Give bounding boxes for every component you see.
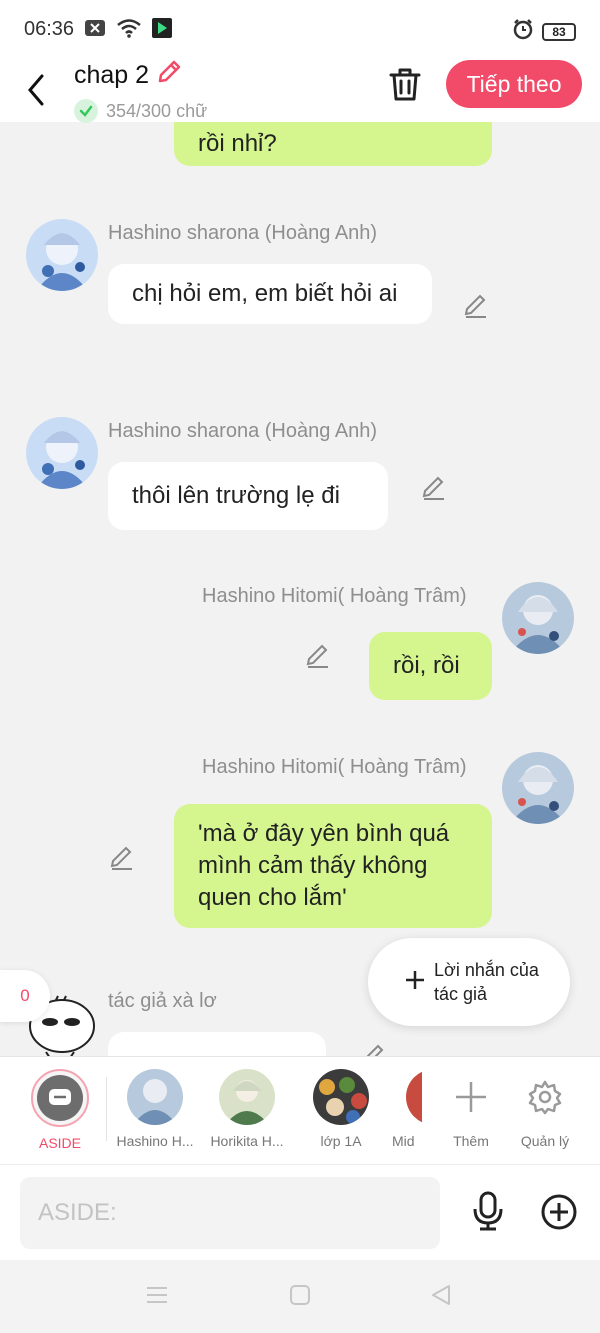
character-label: Quản lý [520, 1133, 570, 1149]
avatar[interactable] [502, 582, 574, 654]
manage-characters-button[interactable]: Quản lý [516, 1069, 574, 1149]
back-button[interactable] [22, 66, 52, 106]
avatar [127, 1069, 183, 1125]
message-text: thôi lên trường lẹ đi [132, 482, 340, 509]
status-time: 06:36 [24, 18, 75, 40]
edit-message-icon[interactable] [108, 844, 136, 872]
author-note-label: Lời nhắn của tác giả [434, 960, 539, 1004]
chat-area[interactable]: rồi nhỉ? Hashino sharona (Hoàng Anh) chị… [0, 122, 600, 1056]
delete-button[interactable] [388, 66, 422, 107]
chapter-title-block: chap 2 354/300 chữ [74, 58, 207, 123]
character-label: Horikita H... [210, 1133, 284, 1149]
edit-message-icon[interactable] [420, 474, 448, 502]
edit-title-icon[interactable] [155, 58, 183, 93]
message-bubble[interactable]: thôi lên trường lẹ đi [108, 462, 388, 530]
notification-icon [84, 19, 106, 42]
speaker-name: tác giả xà lơ [108, 990, 217, 1012]
avatar[interactable] [26, 219, 98, 291]
back-nav-icon[interactable] [430, 1284, 452, 1311]
avatar [219, 1069, 275, 1125]
gear-icon [516, 1069, 574, 1125]
battery-indicator: 83 [542, 22, 576, 41]
alarm-icon [512, 18, 534, 45]
message-bubble[interactable]: 'mà ở đây yên bình quá mình cảm thấy khô… [174, 804, 492, 928]
input-bar [0, 1164, 600, 1260]
plus-icon [404, 969, 426, 996]
character-label: lớp 1A [320, 1133, 362, 1149]
message-text: rồi, rồi [393, 652, 460, 679]
character-item[interactable]: lớp 1A [312, 1069, 370, 1149]
message-text: chị hỏi em, em biết hỏi ai [132, 280, 398, 307]
aside-avatar [31, 1069, 89, 1127]
microphone-icon[interactable] [470, 1191, 506, 1236]
message-bubble[interactable] [108, 1032, 326, 1056]
system-nav-bar [0, 1260, 600, 1333]
editor-header: chap 2 354/300 chữ Tiếp theo [0, 58, 600, 123]
plus-icon [444, 1069, 498, 1125]
message-input[interactable] [20, 1177, 440, 1249]
character-bar: ASIDE Hashino H... Horikita H... lớp 1A … [0, 1056, 600, 1164]
add-character-button[interactable]: Thêm [444, 1069, 498, 1149]
home-icon[interactable] [289, 1284, 311, 1311]
message-bubble[interactable]: rồi, rồi [369, 632, 492, 700]
speaker-name: Hashino Hitomi( Hoàng Trâm) [202, 585, 467, 607]
chapter-title: chap 2 [74, 61, 150, 89]
edit-message-icon[interactable] [462, 292, 490, 320]
word-count: 354/300 chữ [106, 100, 208, 121]
character-item[interactable]: Mid [392, 1069, 422, 1149]
add-attachment-icon[interactable] [540, 1193, 578, 1236]
avatar[interactable] [502, 752, 574, 824]
message-text: rồi nhỉ? [198, 130, 277, 157]
play-store-icon [152, 18, 172, 43]
character-label: Mid [392, 1133, 415, 1149]
character-label: ASIDE [38, 1135, 81, 1151]
wifi-icon [116, 18, 142, 43]
speaker-name: Hashino sharona (Hoàng Anh) [108, 420, 378, 442]
speaker-name: Hashino Hitomi( Hoàng Trâm) [202, 756, 467, 778]
author-note-button[interactable]: Lời nhắn của tác giả [368, 938, 570, 1026]
character-label: Thêm [453, 1133, 489, 1149]
avatar[interactable] [26, 417, 98, 489]
message-bubble[interactable]: rồi nhỉ? [174, 122, 492, 166]
status-bar: 06:36 83 [0, 0, 600, 58]
message-text: 'mà ở đây yên bình quá mình cảm thấy khô… [198, 820, 450, 911]
character-item[interactable]: Horikita H... [205, 1069, 289, 1149]
message-bubble[interactable]: chị hỏi em, em biết hỏi ai [108, 264, 432, 324]
edit-message-icon[interactable] [360, 1042, 388, 1056]
character-aside[interactable]: ASIDE [30, 1069, 90, 1151]
edit-message-icon[interactable] [304, 642, 332, 670]
divider [106, 1077, 107, 1141]
status-icons [84, 18, 172, 43]
menu-icon[interactable] [146, 1284, 168, 1311]
speaker-name: Hashino sharona (Hoàng Anh) [108, 222, 378, 244]
check-icon [74, 99, 98, 123]
avatar [406, 1069, 422, 1125]
comment-count-badge[interactable]: 0 [0, 970, 50, 1022]
status-right: 83 [512, 18, 576, 45]
avatar [313, 1069, 369, 1125]
character-label: Hashino H... [116, 1133, 194, 1149]
next-button[interactable]: Tiếp theo [446, 60, 582, 108]
character-item[interactable]: Hashino H... [112, 1069, 198, 1149]
